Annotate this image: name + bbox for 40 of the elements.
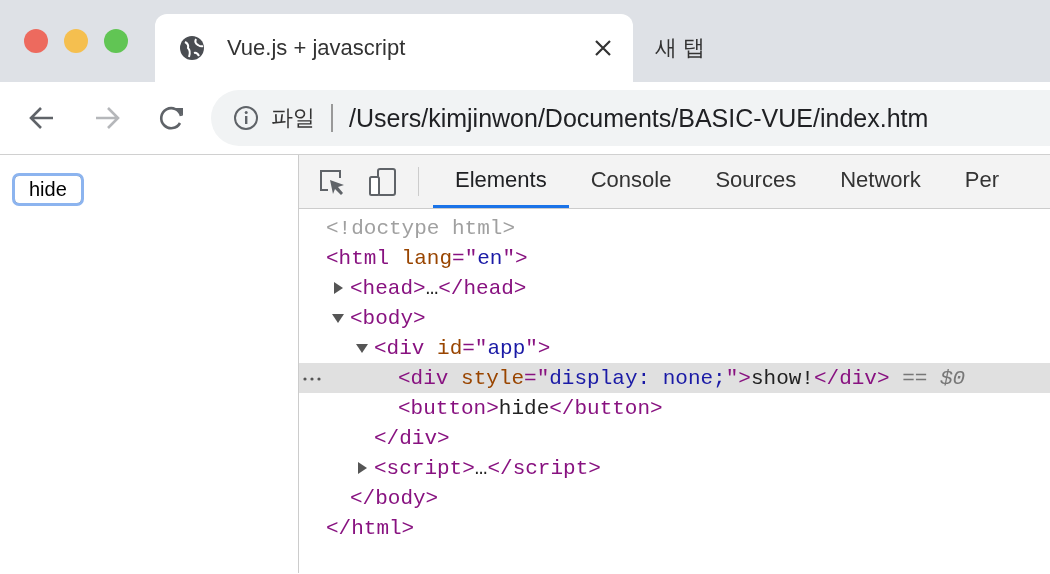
reload-icon[interactable] xyxy=(158,104,186,132)
code-line: <script>…</script> xyxy=(374,456,601,480)
code-line: </div> xyxy=(374,426,450,450)
globe-icon xyxy=(179,35,205,61)
devtools-tab[interactable]: Console xyxy=(568,155,694,208)
dom-row[interactable]: <button>hide</button> xyxy=(299,393,1050,423)
dom-row[interactable]: <div id="app"> xyxy=(299,333,1050,363)
code-line: <!doctype html> xyxy=(326,216,516,240)
dom-row[interactable]: <html lang="en"> xyxy=(299,243,1050,273)
close-icon[interactable] xyxy=(595,40,611,56)
expanded-triangle-icon[interactable] xyxy=(356,342,368,354)
dom-row[interactable]: <div style="display: none;">show!</div> == $0 xyxy=(299,363,1050,393)
dom-row[interactable]: <body> xyxy=(299,303,1050,333)
ellipsis-icon[interactable] xyxy=(303,377,321,381)
info-icon[interactable] xyxy=(233,105,259,131)
code-line: <head>…</head> xyxy=(350,276,527,300)
dom-row[interactable]: <head>…</head> xyxy=(299,273,1050,303)
collapsed-triangle-icon[interactable] xyxy=(356,462,368,474)
scheme-label: 파일 xyxy=(271,104,315,132)
device-icon[interactable] xyxy=(368,166,398,197)
devtools-tab[interactable]: Elements xyxy=(433,155,569,208)
code-line: <div style="display: none;">show!</div> == $0 xyxy=(398,366,966,390)
browser-tab[interactable]: 새 탭 xyxy=(633,14,706,82)
code-line: <body> xyxy=(350,306,426,330)
hide-button[interactable]: hide xyxy=(14,175,82,204)
code-line: <button>hide</button> xyxy=(398,396,663,420)
expanded-triangle-icon[interactable] xyxy=(332,312,344,324)
code-line: <div id="app"> xyxy=(374,336,551,360)
devtools-tab[interactable]: Sources xyxy=(693,155,819,208)
collapsed-triangle-icon[interactable] xyxy=(332,282,344,294)
code-line: </body> xyxy=(350,486,439,510)
code-line: <html lang="en"> xyxy=(326,246,528,270)
devtools-tab[interactable]: Network xyxy=(818,155,943,208)
browser-tab[interactable]: Vue.js + javascript xyxy=(155,14,633,82)
address-bar[interactable]: 파일 /Users/kimjinwon/Documents/BASIC-VUE/index.htm xyxy=(211,90,1050,146)
url-text: /Users/kimjinwon/Documents/BASIC-VUE/index.htm xyxy=(349,103,929,133)
code-line: </html> xyxy=(326,516,415,540)
devtools-tab[interactable]: Per xyxy=(942,155,1022,208)
dom-row[interactable]: <script>…</script> xyxy=(299,453,1050,483)
inspect-icon[interactable] xyxy=(318,167,346,196)
